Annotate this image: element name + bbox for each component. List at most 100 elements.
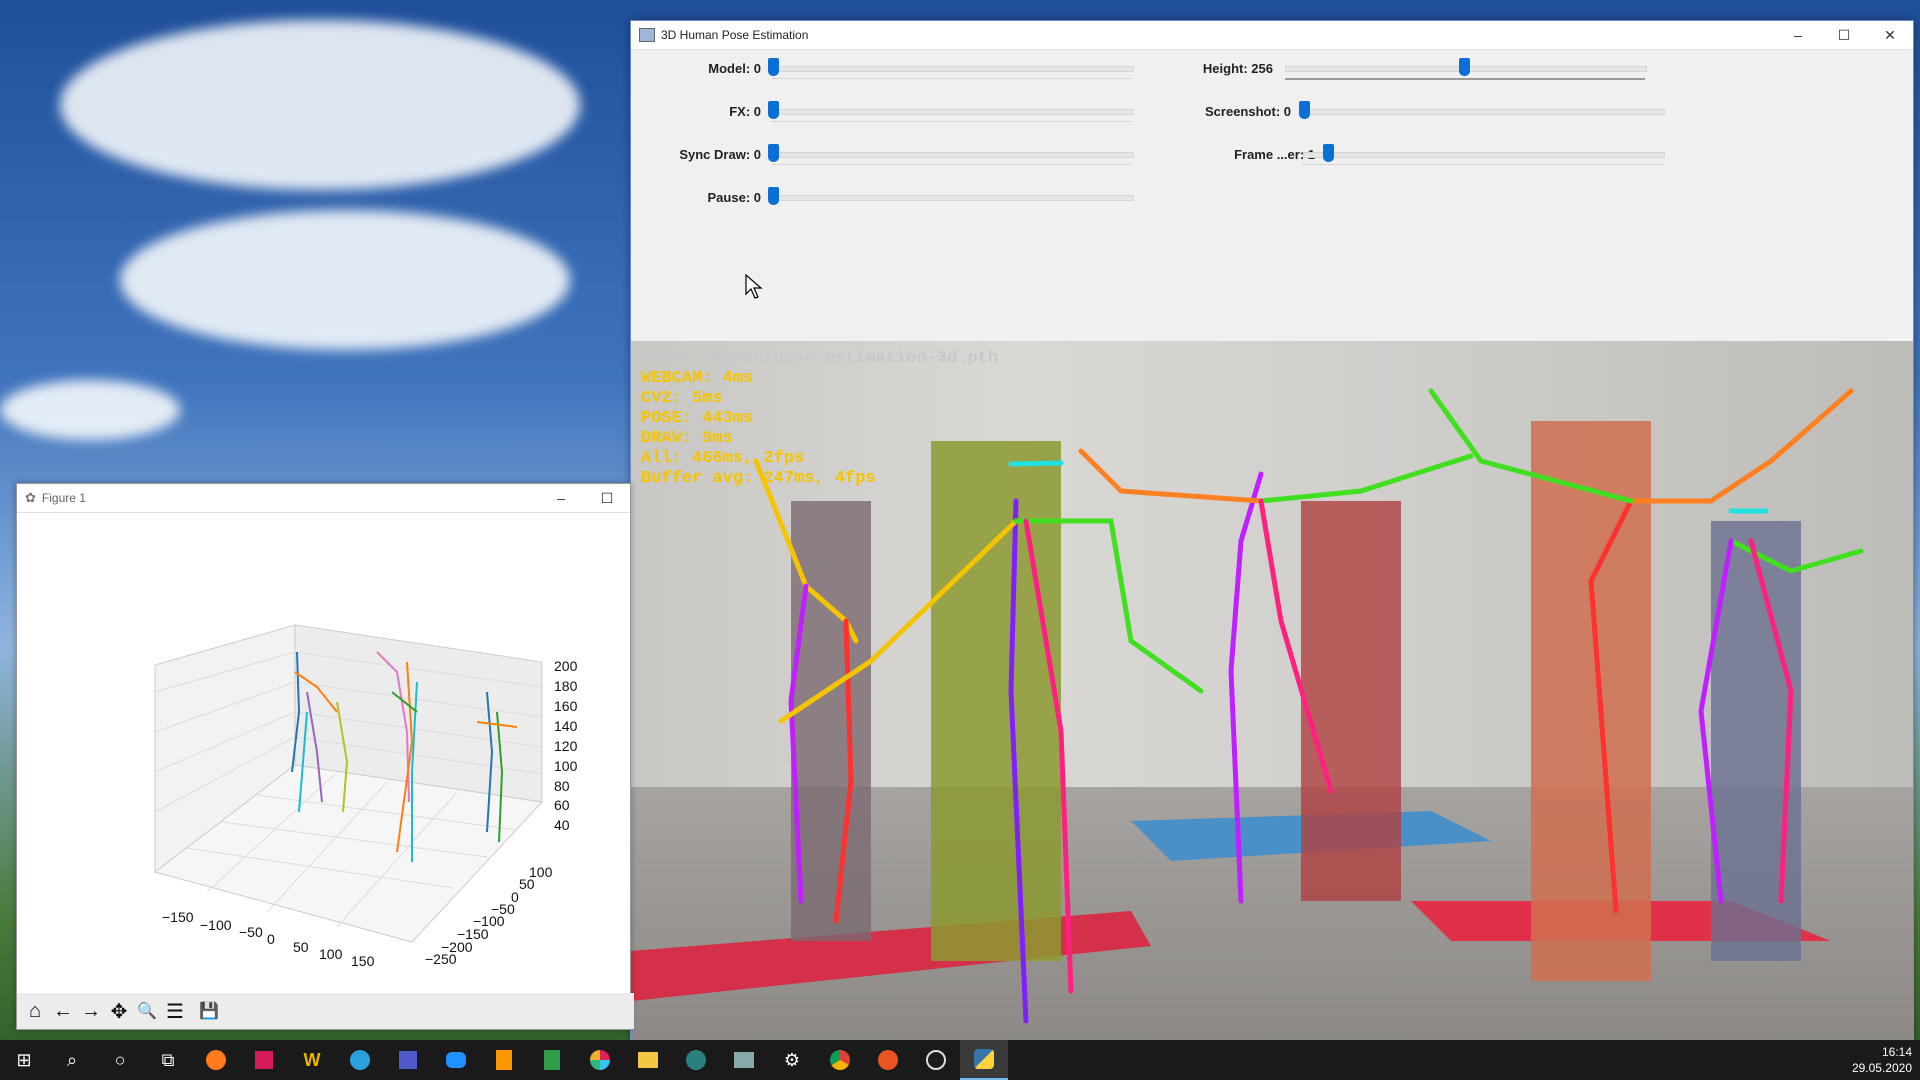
desktop-cloud [0, 380, 180, 440]
slider-label: Model: 0 [708, 60, 761, 76]
person-silhouette [1531, 421, 1651, 981]
slider-frame-buffer[interactable]: Frame ...er: 1 [1141, 142, 1665, 167]
maximize-button[interactable]: ☐ [584, 484, 630, 512]
overlay-webcam: WEBCAM: 4ms [641, 369, 754, 388]
minimize-button[interactable]: – [1775, 21, 1821, 49]
main-titlebar[interactable]: 3D Human Pose Estimation – ☐ ✕ [631, 21, 1913, 50]
z-tick: 100 [554, 758, 578, 774]
wps-icon[interactable]: W [288, 1040, 336, 1080]
pose-estimation-window[interactable]: 3D Human Pose Estimation – ☐ ✕ Model: 0 … [630, 20, 1914, 1061]
slider-label: Frame ...er: 1 [1234, 146, 1315, 162]
slider-track[interactable] [1303, 152, 1665, 158]
close-button[interactable]: ✕ [1867, 21, 1913, 49]
home-icon[interactable]: ⌂ [21, 997, 49, 1025]
telegram-icon[interactable] [336, 1040, 384, 1080]
slider-pause[interactable]: Pause: 0 [631, 185, 1134, 209]
x-tick: 100 [319, 946, 343, 962]
x-tick: 50 [293, 939, 309, 955]
clock-date: 29.05.2020 [1851, 1061, 1912, 1075]
intellij-icon[interactable] [240, 1040, 288, 1080]
clock-time: 16:14 [1881, 1045, 1912, 1059]
teams-icon[interactable] [384, 1040, 432, 1080]
matplotlib-icon: ✿ [25, 490, 36, 505]
slider-label: Sync Draw: 0 [679, 146, 761, 162]
slider-thumb[interactable] [1299, 101, 1310, 119]
cortana-icon[interactable]: ○ [96, 1040, 144, 1080]
z-tick: 200 [554, 658, 578, 674]
slider-thumb[interactable] [768, 144, 779, 162]
figure-toolbar: ⌂ ← → ✥ 🔍 ☰ 💾 [17, 993, 634, 1029]
slider-track[interactable] [772, 109, 1134, 115]
forward-arrow-icon[interactable]: → [77, 997, 105, 1025]
z-tick: 120 [554, 738, 578, 754]
desktop-cloud [60, 20, 580, 190]
z-tick: 40 [554, 817, 570, 833]
slider-fx[interactable]: FX: 0 [631, 99, 1134, 123]
slider-ticks [772, 78, 1132, 81]
python-icon[interactable] [960, 1040, 1008, 1080]
system-clock[interactable]: 16:14 29.05.2020 [1852, 1044, 1912, 1076]
back-arrow-icon[interactable]: ← [49, 997, 77, 1025]
z-tick: 160 [554, 698, 578, 714]
slider-track[interactable] [772, 66, 1134, 72]
slider-thumb[interactable] [1323, 144, 1334, 162]
slider-sync-draw[interactable]: Sync Draw: 0 [631, 142, 1134, 166]
video-frame: Model: human-pose-estimation-3d.pth WEBC… [631, 341, 1913, 1061]
slider-track[interactable] [772, 152, 1134, 158]
settings-gear-icon[interactable]: ⚙ [768, 1040, 816, 1080]
file-explorer-icon[interactable] [624, 1040, 672, 1080]
slider-ticks [1285, 78, 1645, 82]
firefox-icon[interactable] [192, 1040, 240, 1080]
start-icon[interactable]: ⊞ [0, 1040, 48, 1080]
chrome-icon[interactable] [816, 1040, 864, 1080]
timing-overlay: Model: human-pose-estimation-3d.pth WEBC… [641, 349, 998, 489]
slider-thumb[interactable] [768, 187, 779, 205]
x-tick: −50 [239, 924, 263, 940]
overlay-all: All: 466ms, 2fps [641, 449, 805, 468]
sublime-icon[interactable] [480, 1040, 528, 1080]
controls-panel: Model: 0 FX: 0 Sync Draw: 0 Pause: 0 Hei… [631, 50, 1913, 342]
slider-height[interactable]: Height: 256 [1141, 56, 1661, 80]
chat-icon[interactable] [432, 1040, 480, 1080]
figure-window[interactable]: ✿ Figure 1 – ☐ 200 180 160 140 120 100 8… [16, 483, 634, 1030]
obs-icon[interactable] [912, 1040, 960, 1080]
slack-icon[interactable] [576, 1040, 624, 1080]
x-tick: 0 [267, 931, 275, 947]
slider-thumb[interactable] [768, 58, 779, 76]
minimize-button[interactable]: – [538, 484, 584, 512]
main-window-title: 3D Human Pose Estimation [661, 28, 809, 42]
network-icon[interactable] [720, 1040, 768, 1080]
zoom-icon[interactable]: 🔍 [133, 997, 161, 1025]
x-tick: −150 [162, 909, 194, 925]
slider-ticks [1303, 164, 1663, 167]
taskbar: ⊞ ⌕ ○ ⧉ W ⚙ 16:14 29.05.2020 [0, 1040, 1920, 1080]
maximize-button[interactable]: ☐ [1821, 21, 1867, 49]
ubuntu-icon[interactable] [864, 1040, 912, 1080]
desktop-cloud [120, 210, 570, 350]
search-icon[interactable]: ⌕ [48, 1040, 96, 1080]
x-tick: −100 [200, 917, 232, 933]
figure-titlebar[interactable]: ✿ Figure 1 – ☐ [17, 484, 630, 513]
task-view-icon[interactable]: ⧉ [144, 1040, 192, 1080]
z-tick: 60 [554, 797, 570, 813]
slider-track[interactable] [772, 195, 1134, 201]
slider-label: FX: 0 [729, 103, 761, 119]
configure-icon[interactable]: ☰ [161, 997, 189, 1025]
slider-thumb[interactable] [1459, 58, 1470, 76]
z-tick: 80 [554, 778, 570, 794]
y-tick: 50 [519, 876, 535, 892]
app-window-icon [639, 28, 655, 42]
slider-label: Screenshot: 0 [1205, 103, 1291, 119]
browser-icon[interactable] [672, 1040, 720, 1080]
overlay-draw: DRAW: 9ms [641, 429, 733, 448]
sheets-icon[interactable] [528, 1040, 576, 1080]
3d-plot[interactable]: 200 180 160 140 120 100 80 60 40 −150 −1… [17, 512, 630, 992]
save-icon[interactable]: 💾 [195, 997, 223, 1025]
pan-icon[interactable]: ✥ [105, 997, 133, 1025]
slider-model[interactable]: Model: 0 [631, 56, 1134, 81]
slider-screenshot[interactable]: Screenshot: 0 [1141, 99, 1665, 123]
overlay-model: Model: human-pose-estimation-3d.pth [641, 349, 999, 368]
figure-window-title: Figure 1 [41, 491, 86, 505]
slider-track[interactable] [1303, 109, 1665, 115]
slider-thumb[interactable] [768, 101, 779, 119]
